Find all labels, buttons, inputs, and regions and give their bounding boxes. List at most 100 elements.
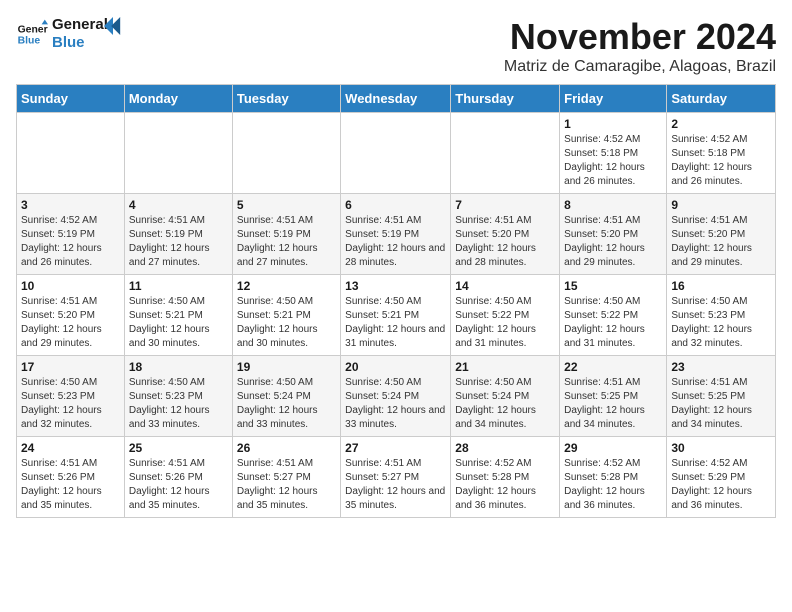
weekday-header: Thursday [451,85,560,113]
day-number: 21 [455,360,555,374]
calendar-cell: 9 Sunrise: 4:51 AM Sunset: 5:20 PM Daylig… [667,194,776,275]
calendar-cell: 2 Sunrise: 4:52 AM Sunset: 5:18 PM Daylig… [667,113,776,194]
calendar-cell: 22 Sunrise: 4:51 AM Sunset: 5:25 PM Dayli… [560,356,667,437]
day-number: 4 [129,198,228,212]
day-number: 28 [455,441,555,455]
page-header: General Blue General Blue November 2024 … [16,16,776,76]
logo-general: General [52,16,108,34]
day-number: 15 [564,279,662,293]
day-info: Sunrise: 4:51 AM Sunset: 5:26 PM Dayligh… [21,457,120,513]
day-info: Sunrise: 4:51 AM Sunset: 5:26 PM Dayligh… [129,457,228,513]
calendar-cell [17,113,125,194]
day-info: Sunrise: 4:50 AM Sunset: 5:23 PM Dayligh… [129,376,228,432]
day-number: 8 [564,198,662,212]
calendar-cell: 17 Sunrise: 4:50 AM Sunset: 5:23 PM Dayli… [17,356,125,437]
calendar-cell: 5Sunrise: 4:51 AM Sunset: 5:19 PM Daylig… [232,194,340,275]
day-number: 24 [21,441,120,455]
calendar-cell: 24 Sunrise: 4:51 AM Sunset: 5:26 PM Dayli… [17,437,125,518]
month-title: November 2024 [504,16,776,58]
day-number: 27 [345,441,446,455]
calendar-cell: 15 Sunrise: 4:50 AM Sunset: 5:22 PM Dayli… [560,275,667,356]
day-number: 7 [455,198,555,212]
day-number: 30 [671,441,771,455]
day-info: Sunrise: 4:50 AM Sunset: 5:22 PM Dayligh… [455,295,555,351]
calendar-cell: 11Sunrise: 4:50 AM Sunset: 5:21 PM Dayli… [124,275,232,356]
calendar-cell [124,113,232,194]
logo-blue: Blue [52,34,108,52]
calendar-cell: 7 Sunrise: 4:51 AM Sunset: 5:20 PM Daylig… [451,194,560,275]
calendar-cell: 13Sunrise: 4:50 AM Sunset: 5:21 PM Dayli… [341,275,451,356]
calendar-header-row: SundayMondayTuesdayWednesdayThursdayFrid… [17,85,776,113]
day-number: 17 [21,360,120,374]
calendar-cell: 18Sunrise: 4:50 AM Sunset: 5:23 PM Dayli… [124,356,232,437]
day-number: 2 [671,117,771,131]
day-number: 22 [564,360,662,374]
day-info: Sunrise: 4:51 AM Sunset: 5:20 PM Dayligh… [564,214,662,270]
day-number: 19 [237,360,336,374]
calendar-cell: 25Sunrise: 4:51 AM Sunset: 5:26 PM Dayli… [124,437,232,518]
day-info: Sunrise: 4:51 AM Sunset: 5:20 PM Dayligh… [671,214,771,270]
title-block: November 2024 Matriz de Camaragibe, Alag… [504,16,776,76]
day-info: Sunrise: 4:51 AM Sunset: 5:27 PM Dayligh… [237,457,336,513]
calendar-cell: 14 Sunrise: 4:50 AM Sunset: 5:22 PM Dayli… [451,275,560,356]
svg-text:Blue: Blue [18,36,41,47]
day-number: 16 [671,279,771,293]
day-number: 11 [129,279,228,293]
day-info: Sunrise: 4:50 AM Sunset: 5:23 PM Dayligh… [21,376,120,432]
calendar-week-row: 3Sunrise: 4:52 AM Sunset: 5:19 PM Daylig… [17,194,776,275]
day-info: Sunrise: 4:52 AM Sunset: 5:29 PM Dayligh… [671,457,771,513]
day-info: Sunrise: 4:52 AM Sunset: 5:19 PM Dayligh… [21,214,120,270]
weekday-header: Sunday [17,85,125,113]
day-number: 12 [237,279,336,293]
day-info: Sunrise: 4:52 AM Sunset: 5:28 PM Dayligh… [564,457,662,513]
day-info: Sunrise: 4:52 AM Sunset: 5:28 PM Dayligh… [455,457,555,513]
calendar-cell: 20Sunrise: 4:50 AM Sunset: 5:24 PM Dayli… [341,356,451,437]
day-number: 14 [455,279,555,293]
day-info: Sunrise: 4:50 AM Sunset: 5:24 PM Dayligh… [237,376,336,432]
day-number: 29 [564,441,662,455]
calendar-cell: 29 Sunrise: 4:52 AM Sunset: 5:28 PM Dayli… [560,437,667,518]
day-number: 13 [345,279,446,293]
weekday-header: Saturday [667,85,776,113]
day-info: Sunrise: 4:52 AM Sunset: 5:18 PM Dayligh… [564,133,662,189]
calendar-week-row: 17 Sunrise: 4:50 AM Sunset: 5:23 PM Dayli… [17,356,776,437]
weekday-header: Friday [560,85,667,113]
logo-icon: General Blue [16,18,48,50]
day-info: Sunrise: 4:50 AM Sunset: 5:22 PM Dayligh… [564,295,662,351]
day-number: 9 [671,198,771,212]
calendar-cell: 30 Sunrise: 4:52 AM Sunset: 5:29 PM Dayli… [667,437,776,518]
day-number: 26 [237,441,336,455]
calendar-cell [232,113,340,194]
location: Matriz de Camaragibe, Alagoas, Brazil [504,58,776,76]
day-info: Sunrise: 4:51 AM Sunset: 5:20 PM Dayligh… [21,295,120,351]
day-info: Sunrise: 4:50 AM Sunset: 5:24 PM Dayligh… [455,376,555,432]
calendar-cell: 12 Sunrise: 4:50 AM Sunset: 5:21 PM Dayli… [232,275,340,356]
day-info: Sunrise: 4:51 AM Sunset: 5:19 PM Dayligh… [345,214,446,270]
calendar-cell: 3Sunrise: 4:52 AM Sunset: 5:19 PM Daylig… [17,194,125,275]
calendar-cell: 1 Sunrise: 4:52 AM Sunset: 5:18 PM Daylig… [560,113,667,194]
weekday-header: Wednesday [341,85,451,113]
day-info: Sunrise: 4:50 AM Sunset: 5:21 PM Dayligh… [237,295,336,351]
calendar-cell: 28 Sunrise: 4:52 AM Sunset: 5:28 PM Dayli… [451,437,560,518]
day-number: 5 [237,198,336,212]
svg-text:General: General [18,24,48,35]
calendar-week-row: 10Sunrise: 4:51 AM Sunset: 5:20 PM Dayli… [17,275,776,356]
day-info: Sunrise: 4:51 AM Sunset: 5:20 PM Dayligh… [455,214,555,270]
day-number: 20 [345,360,446,374]
calendar-cell: 8 Sunrise: 4:51 AM Sunset: 5:20 PM Daylig… [560,194,667,275]
calendar-cell: 19 Sunrise: 4:50 AM Sunset: 5:24 PM Dayli… [232,356,340,437]
calendar-cell: 26 Sunrise: 4:51 AM Sunset: 5:27 PM Dayli… [232,437,340,518]
calendar-cell [451,113,560,194]
day-info: Sunrise: 4:51 AM Sunset: 5:25 PM Dayligh… [564,376,662,432]
logo-arrow-icon [104,17,122,35]
day-number: 6 [345,198,446,212]
calendar-cell: 4Sunrise: 4:51 AM Sunset: 5:19 PM Daylig… [124,194,232,275]
calendar-week-row: 1 Sunrise: 4:52 AM Sunset: 5:18 PM Daylig… [17,113,776,194]
day-info: Sunrise: 4:52 AM Sunset: 5:18 PM Dayligh… [671,133,771,189]
day-number: 1 [564,117,662,131]
calendar-cell: 6 Sunrise: 4:51 AM Sunset: 5:19 PM Daylig… [341,194,451,275]
day-info: Sunrise: 4:50 AM Sunset: 5:23 PM Dayligh… [671,295,771,351]
calendar-cell: 10Sunrise: 4:51 AM Sunset: 5:20 PM Dayli… [17,275,125,356]
logo: General Blue General Blue [16,16,122,52]
weekday-header: Tuesday [232,85,340,113]
